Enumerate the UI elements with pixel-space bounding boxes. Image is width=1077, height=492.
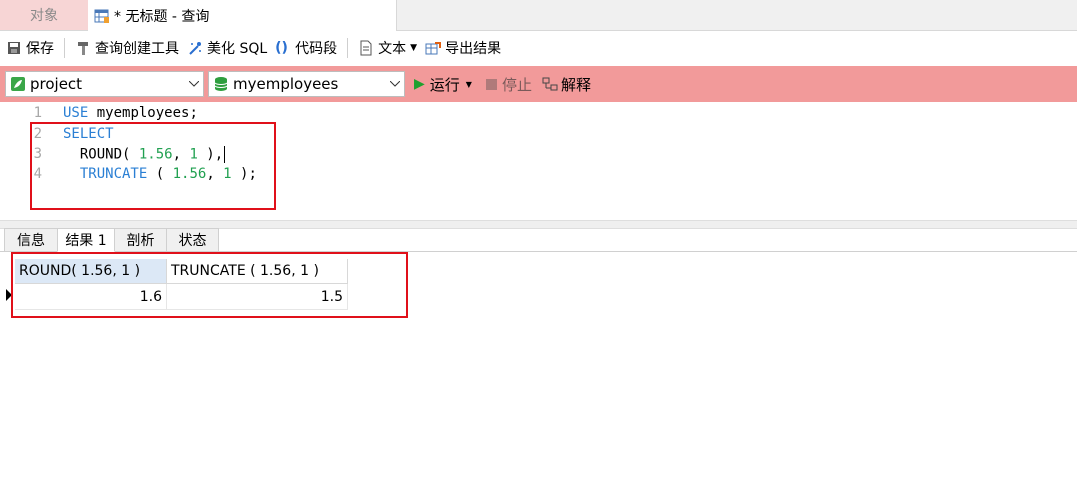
connection-value: project — [30, 75, 83, 93]
connection-select[interactable]: project — [5, 71, 204, 97]
run-button[interactable]: ▶ 运行 ▼ — [414, 74, 472, 94]
toolbar-separator — [347, 38, 349, 58]
beautify-sql-button[interactable]: 美化 SQL — [183, 31, 271, 65]
play-icon: ▶ — [414, 76, 425, 92]
query-builder-button[interactable]: 查询创建工具 — [71, 31, 183, 65]
explain-icon — [542, 76, 558, 92]
snippet-label: 代码段 — [295, 41, 338, 57]
document-icon — [358, 40, 374, 56]
database-select[interactable]: myemployees — [208, 71, 405, 97]
explain-label: 解释 — [561, 75, 592, 94]
magic-wand-icon — [187, 40, 203, 56]
run-label: 运行 — [429, 75, 460, 94]
keyword: USE — [63, 105, 89, 121]
tab-info-label: 信息 — [17, 233, 45, 249]
hammer-icon — [75, 40, 91, 56]
parentheses-icon: () — [275, 40, 288, 56]
tab-query[interactable]: * 无标题 - 查询 — [88, 0, 397, 31]
editor-highlight-box — [30, 122, 276, 210]
code-line-1[interactable]: USE myemployees; — [63, 105, 198, 121]
text-label: 文本 — [378, 41, 407, 57]
query-table-icon — [94, 8, 110, 24]
tab-result-1[interactable]: 结果 1 — [57, 228, 115, 252]
tab-result-1-label: 结果 1 — [65, 233, 107, 249]
toolbar: 保存 查询创建工具 美化 SQL () 代码段 文本 ▼ 导出结果 — [0, 31, 1077, 65]
save-icon — [6, 40, 22, 56]
text-button[interactable]: 文本 ▼ — [354, 31, 421, 65]
export-icon — [425, 40, 442, 56]
code-text: myemployees; — [88, 105, 198, 121]
database-value: myemployees — [233, 75, 339, 93]
chevron-down-icon: ▼ — [465, 79, 472, 89]
save-label: 保存 — [26, 41, 54, 57]
chevron-down-icon — [386, 81, 404, 87]
tab-query-label: * 无标题 - 查询 — [114, 8, 210, 25]
tab-status-label: 状态 — [178, 233, 207, 249]
tab-profile-label: 剖析 — [126, 233, 155, 249]
tab-info[interactable]: 信息 — [4, 228, 58, 252]
tab-profile[interactable]: 剖析 — [114, 228, 167, 252]
save-button[interactable]: 保存 — [0, 31, 58, 65]
tab-objects-label: 对象 — [30, 8, 58, 24]
stop-icon — [486, 78, 497, 90]
line-number: 1 — [33, 105, 42, 121]
tab-objects[interactable]: 对象 — [0, 0, 88, 30]
tab-status[interactable]: 状态 — [166, 228, 219, 252]
export-results-label: 导出结果 — [445, 41, 502, 57]
result-highlight-box — [11, 252, 408, 318]
database-icon — [213, 76, 229, 92]
chevron-down-icon: ▼ — [410, 43, 418, 53]
export-results-button[interactable]: 导出结果 — [421, 31, 505, 65]
stop-label: 停止 — [502, 75, 533, 94]
toolbar-separator — [64, 38, 65, 58]
query-builder-label: 查询创建工具 — [95, 41, 179, 57]
connection-leaf-icon — [10, 76, 26, 92]
chevron-down-icon — [185, 81, 203, 87]
stop-button[interactable]: 停止 — [486, 74, 532, 94]
explain-button[interactable]: 解释 — [542, 74, 591, 94]
beautify-sql-label: 美化 SQL — [207, 41, 268, 57]
snippet-button[interactable]: () 代码段 — [271, 31, 341, 65]
